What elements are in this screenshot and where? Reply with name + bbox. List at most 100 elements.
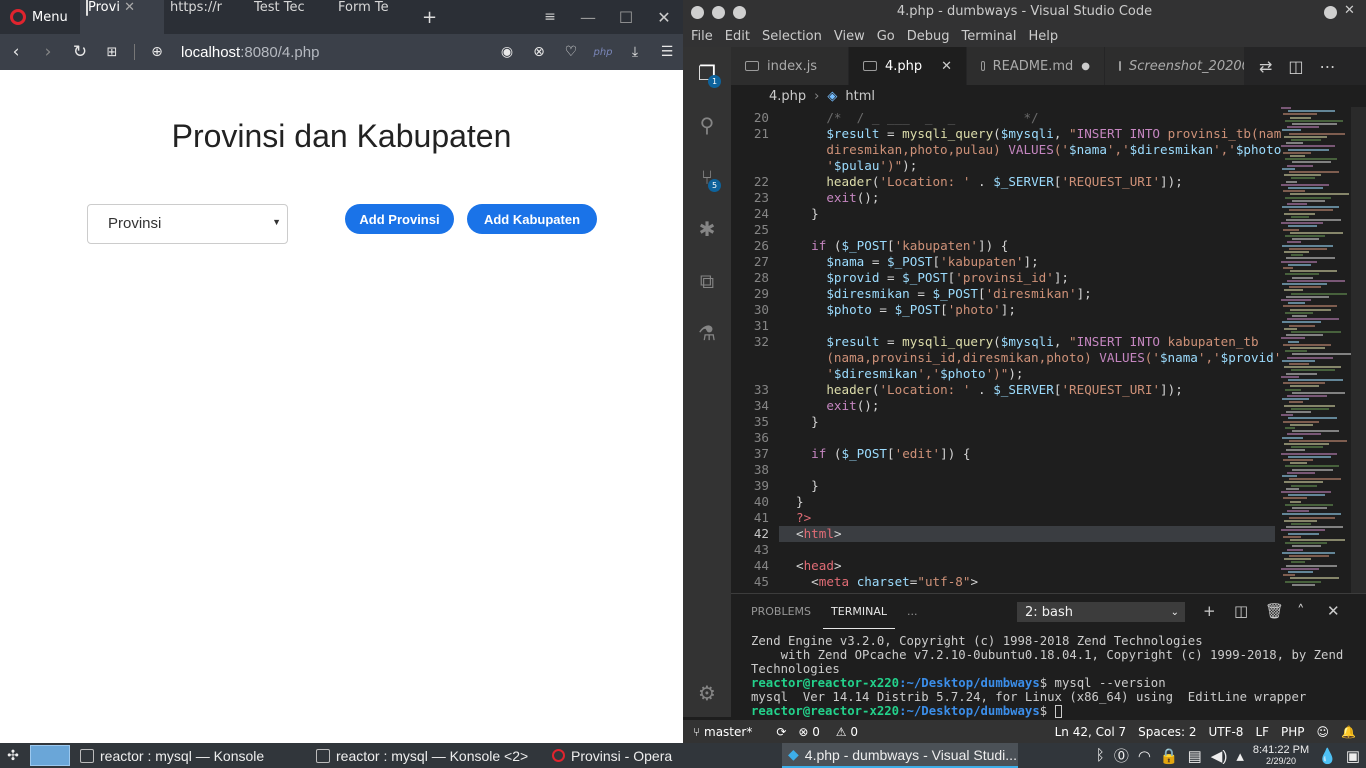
test-icon[interactable]: ⚗ bbox=[683, 307, 731, 359]
menu-help[interactable]: Help bbox=[1023, 29, 1063, 44]
php-extension-icon[interactable]: php bbox=[587, 34, 619, 70]
easy-setup-icon[interactable]: ☰ bbox=[651, 34, 683, 70]
line-number: 27 bbox=[753, 254, 769, 269]
close-panel-icon[interactable]: ✕ bbox=[1327, 602, 1340, 620]
clock[interactable]: 8:41:22 PM 2/29/20 bbox=[1253, 744, 1309, 767]
feedback-icon[interactable]: ☺ bbox=[1317, 725, 1330, 739]
add-provinsi-button[interactable]: Add Provinsi bbox=[345, 204, 454, 234]
menu-edit[interactable]: Edit bbox=[720, 29, 755, 44]
minimize-icon[interactable]: — bbox=[569, 8, 607, 27]
opera-menu-button[interactable]: Menu bbox=[0, 0, 80, 34]
minimap-line bbox=[1292, 507, 1327, 509]
encoding[interactable]: UTF-8 bbox=[1208, 725, 1243, 739]
tab-screenshot[interactable]: Screenshot_202002... bbox=[1105, 47, 1245, 85]
split-editor-icon[interactable]: ◫ bbox=[1288, 57, 1303, 76]
indentation[interactable]: Spaces: 2 bbox=[1138, 725, 1196, 739]
opera-tab-test[interactable]: Test Tec bbox=[248, 0, 332, 34]
panel-more-button[interactable]: ... bbox=[899, 594, 926, 629]
drop-icon[interactable]: 💧 bbox=[1318, 747, 1337, 765]
menu-debug[interactable]: Debug bbox=[902, 29, 955, 44]
line-number: 39 bbox=[753, 478, 769, 493]
branch-indicator[interactable]: ⑂ master* bbox=[693, 725, 764, 739]
minimap[interactable] bbox=[1281, 107, 1351, 593]
source-control-icon[interactable]: ⑂ 5 bbox=[683, 151, 731, 203]
taskbar-item-konsole-2[interactable]: reactor : mysql — Konsole <2> bbox=[310, 743, 546, 768]
tab-readme[interactable]: README.md ● bbox=[967, 47, 1105, 85]
taskbar-item-konsole-1[interactable]: reactor : mysql — Konsole bbox=[74, 743, 310, 768]
taskbar-item-vscode[interactable]: ◆ 4.php - dumbways - Visual Studi... bbox=[782, 743, 1018, 768]
bell-icon[interactable]: 🔔 bbox=[1341, 725, 1356, 739]
breadcrumb-file[interactable]: 4.php bbox=[769, 89, 806, 104]
code-editor[interactable]: 20 21 22 23 24 25 26 27 28 29 30 31 32 33 34 35 36 37 38 39… bbox=[731, 107, 1281, 593]
tab-menu-icon[interactable]: ≡ bbox=[531, 9, 569, 25]
provinsi-select[interactable]: Provinsi ▼ bbox=[87, 204, 288, 244]
forward-icon[interactable]: › bbox=[32, 34, 64, 70]
heart-icon[interactable]: ♡ bbox=[555, 34, 587, 70]
camera-icon[interactable]: ◉ bbox=[491, 34, 523, 70]
problems-indicator[interactable]: ⊗ 0 ⚠ 0 bbox=[798, 725, 870, 739]
minimap-line bbox=[1281, 299, 1311, 301]
menu-file[interactable]: File bbox=[686, 29, 718, 44]
minimap-line bbox=[1284, 289, 1303, 292]
breadcrumb-symbol[interactable]: html bbox=[845, 89, 875, 104]
new-tab-button[interactable]: + bbox=[422, 7, 437, 28]
tab-terminal[interactable]: TERMINAL bbox=[823, 594, 895, 629]
pkg-update-icon[interactable]: ⓪ bbox=[1114, 745, 1129, 766]
language-mode[interactable]: PHP bbox=[1281, 725, 1305, 739]
terminal-select[interactable]: 2: bash ⌄ bbox=[1017, 602, 1185, 622]
line-ending[interactable]: LF bbox=[1255, 725, 1269, 739]
extensions-icon[interactable]: ⧉ bbox=[683, 255, 731, 307]
editor-scrollbar[interactable] bbox=[1351, 107, 1366, 593]
window-button-icon[interactable] bbox=[1324, 6, 1337, 19]
opera-tab-provinsi[interactable]: Provi ✕ bbox=[80, 0, 164, 34]
tray-expand-icon[interactable]: ▴ bbox=[1236, 747, 1244, 765]
unsaved-dot-icon: ● bbox=[1081, 60, 1090, 72]
menu-go[interactable]: Go bbox=[872, 29, 900, 44]
close-tab-icon[interactable]: ✕ bbox=[124, 0, 135, 15]
close-window-icon[interactable]: ✕ bbox=[1344, 3, 1355, 18]
kde-launcher-icon[interactable]: ✣ bbox=[0, 743, 26, 768]
settings-gear-icon[interactable]: ⚙ bbox=[683, 667, 731, 719]
volume-icon[interactable]: ◀) bbox=[1211, 747, 1228, 765]
debug-icon[interactable]: ✱ bbox=[683, 203, 731, 255]
terminal-output[interactable]: Zend Engine v3.2.0, Copyright (c) 1998-2… bbox=[751, 634, 1343, 718]
maximize-icon[interactable]: ☐ bbox=[607, 8, 645, 27]
opera-tab-github[interactable]: https://r bbox=[164, 0, 248, 34]
url-field[interactable]: localhost:8080/4.php bbox=[181, 44, 319, 61]
close-tab-icon[interactable]: ✕ bbox=[941, 59, 952, 74]
speed-dial-icon[interactable]: ⊞ bbox=[96, 34, 128, 70]
desktop-icon[interactable]: ▣ bbox=[1346, 747, 1360, 765]
sync-icon[interactable]: ⟳ bbox=[776, 725, 786, 739]
taskbar-item-opera[interactable]: Provinsi - Opera bbox=[546, 743, 782, 768]
maximize-panel-icon[interactable]: ˄ bbox=[1297, 602, 1305, 620]
lock-icon[interactable]: 🔒 bbox=[1160, 747, 1179, 765]
adblock-icon[interactable]: ⊗ bbox=[523, 34, 555, 70]
bluetooth-icon[interactable]: ᛒ bbox=[1096, 747, 1105, 764]
pager-icon[interactable] bbox=[30, 745, 70, 766]
tab-4-php[interactable]: 4.php ✕ bbox=[849, 47, 967, 85]
back-icon[interactable]: ‹ bbox=[0, 34, 32, 70]
more-actions-icon[interactable]: ⋯ bbox=[1320, 57, 1336, 76]
cursor-position[interactable]: Ln 42, Col 7 bbox=[1055, 725, 1127, 739]
add-kabupaten-button[interactable]: Add Kabupaten bbox=[467, 204, 597, 234]
minimap-line bbox=[1289, 363, 1309, 365]
reload-icon[interactable]: ↻ bbox=[64, 34, 96, 70]
opera-tab-form[interactable]: Form Te bbox=[332, 0, 416, 34]
menu-terminal[interactable]: Terminal bbox=[957, 29, 1022, 44]
explorer-icon[interactable]: ❐ 1 bbox=[683, 47, 731, 99]
minimap-line bbox=[1284, 251, 1309, 253]
tab-problems[interactable]: PROBLEMS bbox=[743, 594, 819, 629]
tab-index-js[interactable]: index.js bbox=[731, 47, 849, 85]
download-icon[interactable]: ⤓ bbox=[619, 34, 651, 70]
add-terminal-icon[interactable]: + bbox=[1203, 602, 1216, 620]
close-window-icon[interactable]: ✕ bbox=[645, 8, 683, 27]
split-terminal-icon[interactable]: ◫ bbox=[1234, 602, 1248, 620]
clipboard-icon[interactable]: ▤ bbox=[1188, 747, 1202, 765]
search-icon[interactable]: ⚲ bbox=[683, 99, 731, 151]
trash-icon[interactable]: 🗑 bbox=[1265, 602, 1284, 620]
line-number: 34 bbox=[753, 398, 769, 413]
compare-icon[interactable]: ⇄ bbox=[1259, 57, 1272, 76]
menu-selection[interactable]: Selection bbox=[757, 29, 827, 44]
wifi-icon[interactable]: ◠ bbox=[1138, 747, 1151, 765]
menu-view[interactable]: View bbox=[829, 29, 870, 44]
